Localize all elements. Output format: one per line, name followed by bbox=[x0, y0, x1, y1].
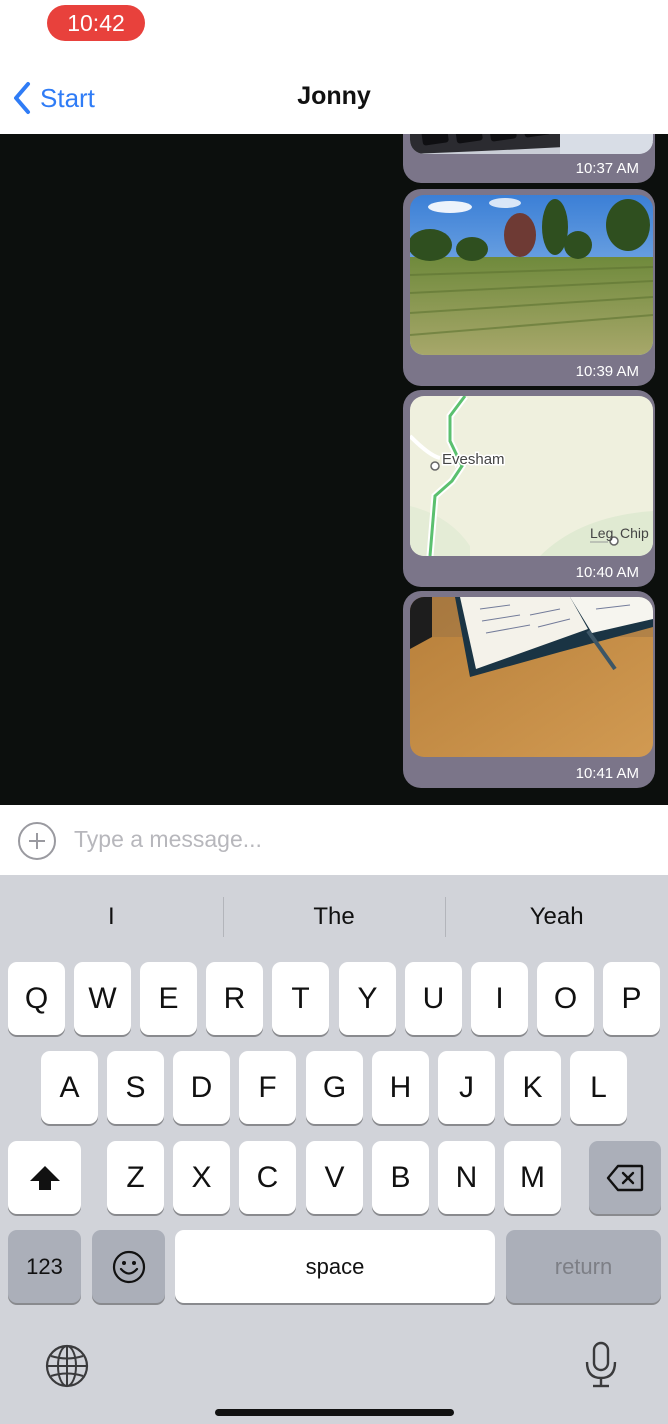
backspace-icon bbox=[606, 1164, 644, 1191]
key-d[interactable]: D bbox=[173, 1051, 230, 1124]
map-label-evesham: Evesham bbox=[442, 451, 505, 468]
return-key-label: return bbox=[554, 1253, 613, 1279]
message-input[interactable] bbox=[74, 819, 634, 859]
key-p[interactable]: P bbox=[603, 962, 660, 1035]
key-h[interactable]: H bbox=[372, 1051, 429, 1124]
message-photo-notebook[interactable]: 10:41 AM bbox=[403, 591, 655, 788]
key-x[interactable]: X bbox=[173, 1141, 230, 1214]
numbers-key-label: 123 bbox=[26, 1253, 63, 1279]
key-t[interactable]: T bbox=[272, 962, 329, 1035]
message-photo-park[interactable]: 10:39 AM bbox=[403, 189, 655, 386]
globe-icon bbox=[45, 1344, 89, 1388]
key-n[interactable]: N bbox=[438, 1141, 495, 1214]
key-j[interactable]: J bbox=[438, 1051, 495, 1124]
emoji-key[interactable] bbox=[92, 1230, 165, 1303]
add-attachment-button[interactable] bbox=[17, 821, 57, 861]
suggestion-item[interactable]: The bbox=[222, 889, 446, 945]
key-a[interactable]: A bbox=[41, 1051, 98, 1124]
keyboard: I The Yeah Q W E R T Y U I O P A S D F G… bbox=[0, 875, 668, 1424]
navigation-bar: Start Jonny bbox=[0, 48, 668, 134]
message-location-map[interactable]: Evesham Leg Chip 10:40 AM bbox=[403, 390, 655, 587]
suggestion-item[interactable]: Yeah bbox=[445, 889, 668, 945]
numbers-key[interactable]: 123 bbox=[8, 1230, 81, 1303]
key-z[interactable]: Z bbox=[107, 1141, 164, 1214]
key-l[interactable]: L bbox=[570, 1051, 627, 1124]
key-q[interactable]: Q bbox=[8, 962, 65, 1035]
message-composer bbox=[0, 805, 668, 875]
dictation-button[interactable] bbox=[576, 1340, 626, 1390]
key-i[interactable]: I bbox=[471, 962, 528, 1035]
home-indicator bbox=[215, 1409, 454, 1416]
predictive-suggestions: I The Yeah bbox=[0, 889, 668, 945]
message-photo-keyboard[interactable]: 10:37 AM bbox=[403, 134, 655, 183]
key-e[interactable]: E bbox=[140, 962, 197, 1035]
message-timestamp: 10:37 AM bbox=[575, 160, 639, 177]
key-o[interactable]: O bbox=[537, 962, 594, 1035]
space-key-label: space bbox=[305, 1253, 365, 1279]
photo-attachment[interactable] bbox=[410, 597, 653, 757]
photo-attachment[interactable] bbox=[410, 134, 653, 154]
key-v[interactable]: V bbox=[306, 1141, 363, 1214]
message-timestamp: 10:40 AM bbox=[575, 564, 639, 581]
key-f[interactable]: F bbox=[239, 1051, 296, 1124]
map-label-chip: Chip bbox=[620, 525, 649, 541]
delete-key[interactable] bbox=[589, 1141, 661, 1214]
emoji-icon bbox=[112, 1250, 145, 1283]
return-key[interactable]: return bbox=[506, 1230, 661, 1303]
key-k[interactable]: K bbox=[504, 1051, 561, 1124]
key-m[interactable]: M bbox=[504, 1141, 561, 1214]
message-timestamp: 10:41 AM bbox=[575, 765, 639, 782]
message-list[interactable]: 10:37 AM 10:39 AM Evesham Leg Chip 10:40… bbox=[0, 134, 668, 805]
key-w[interactable]: W bbox=[74, 962, 131, 1035]
status-bar: 10:42 bbox=[0, 0, 668, 48]
key-g[interactable]: G bbox=[306, 1051, 363, 1124]
map-label-leg: Leg bbox=[590, 525, 613, 541]
key-c[interactable]: C bbox=[239, 1141, 296, 1214]
space-key[interactable]: space bbox=[175, 1230, 495, 1303]
message-timestamp: 10:39 AM bbox=[575, 363, 639, 380]
photo-attachment[interactable] bbox=[410, 195, 653, 355]
globe-button[interactable] bbox=[42, 1341, 92, 1391]
key-r[interactable]: R bbox=[206, 962, 263, 1035]
suggestion-item[interactable]: I bbox=[0, 889, 223, 945]
shift-key[interactable] bbox=[8, 1141, 81, 1214]
key-y[interactable]: Y bbox=[339, 962, 396, 1035]
key-b[interactable]: B bbox=[372, 1141, 429, 1214]
shift-icon bbox=[29, 1165, 60, 1190]
microphone-icon bbox=[585, 1341, 617, 1388]
status-time: 10:42 bbox=[47, 5, 145, 41]
map-attachment[interactable]: Evesham Leg Chip bbox=[410, 396, 653, 556]
key-s[interactable]: S bbox=[107, 1051, 164, 1124]
plus-circle-icon bbox=[18, 822, 56, 860]
conversation-title: Jonny bbox=[297, 82, 371, 110]
key-u[interactable]: U bbox=[405, 962, 462, 1035]
